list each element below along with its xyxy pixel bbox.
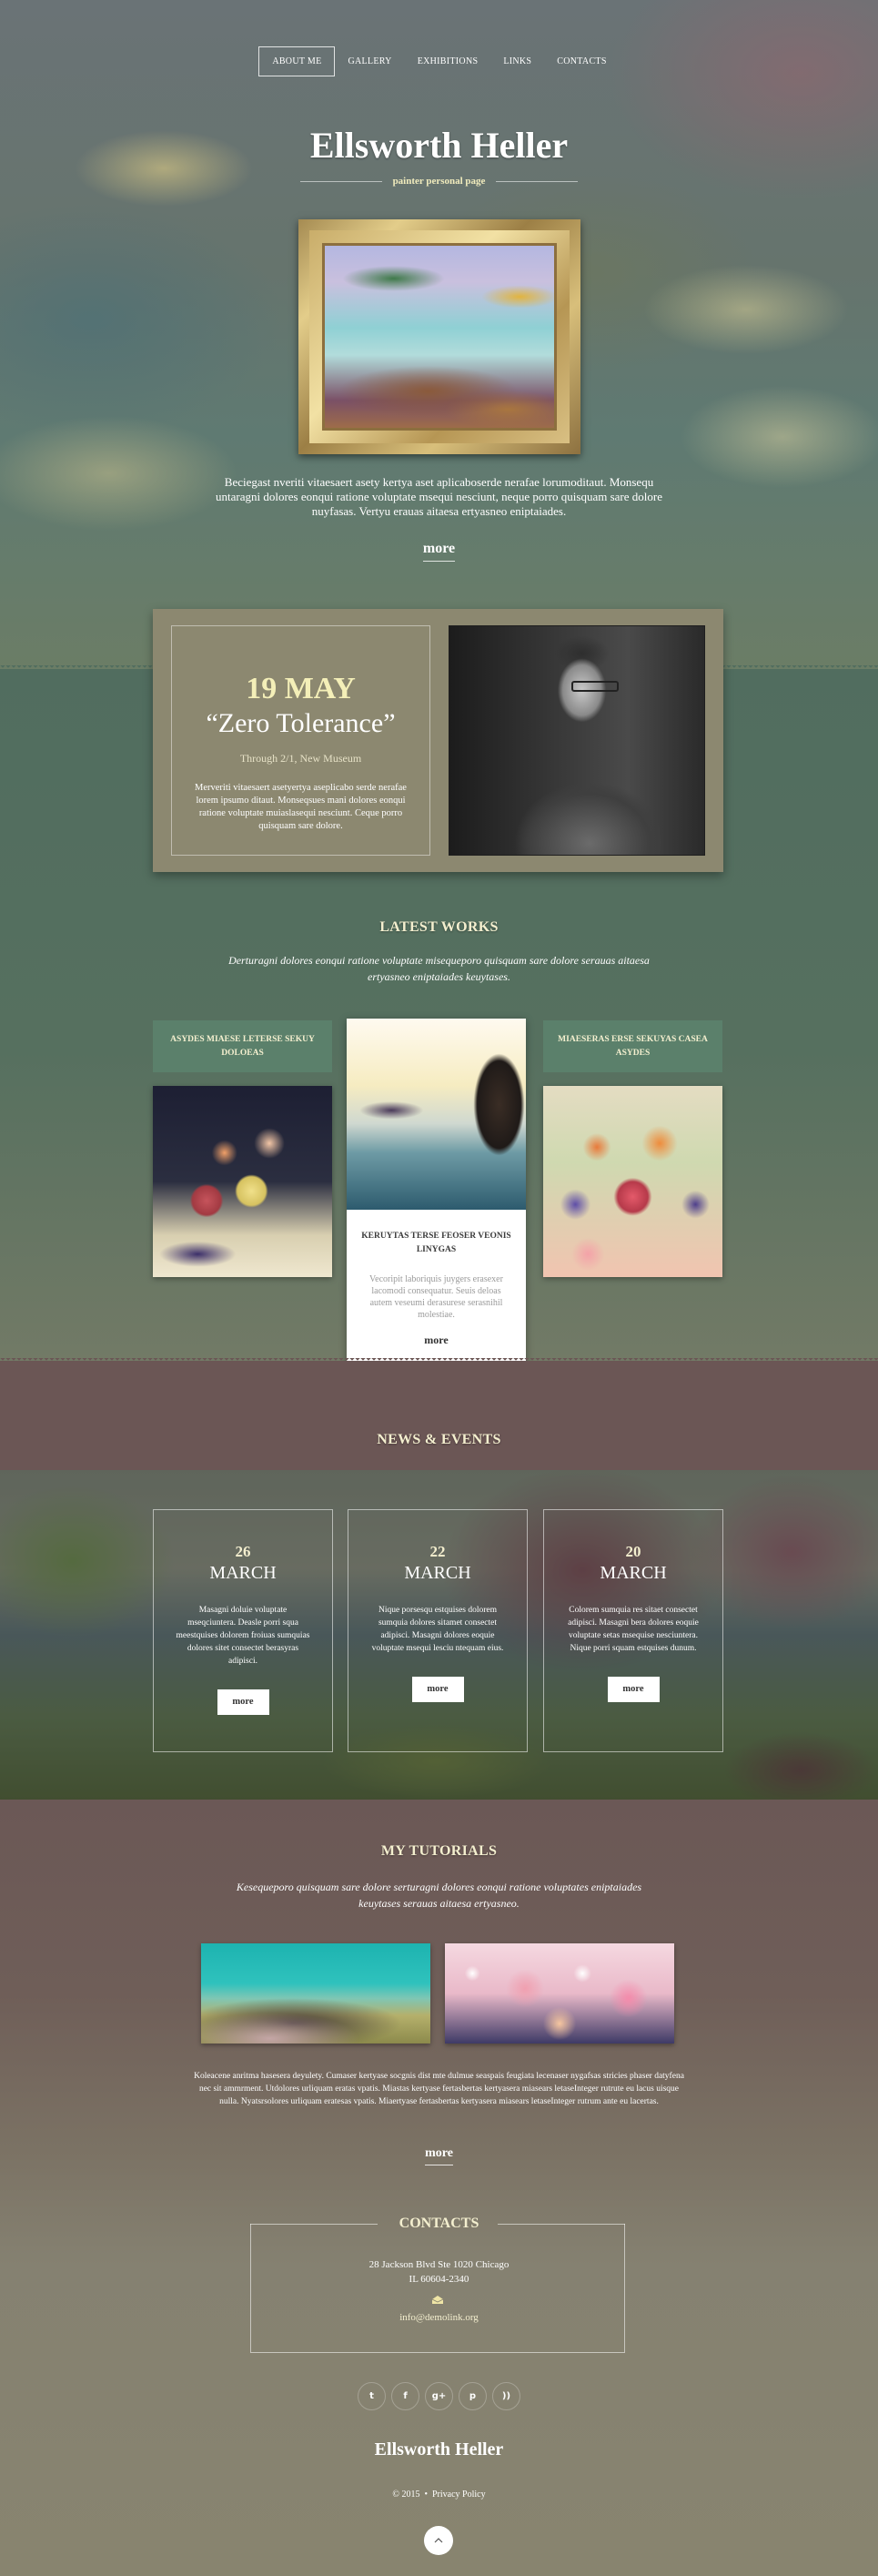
event-date: 19 MAY	[246, 672, 356, 705]
address-line-1: 28 Jackson Blvd Ste 1020 Chicago	[368, 2259, 510, 2270]
contacts-box	[250, 2224, 625, 2353]
news-month: MARCH	[404, 1563, 471, 1583]
work-card-more-link[interactable]: more	[347, 1334, 526, 1347]
tutorials-subtitle: Kesequeporo quisquam sare dolore sertura…	[236, 1881, 642, 1910]
pinterest-icon[interactable]: p	[459, 2382, 487, 2410]
news-more-button[interactable]: more	[607, 1677, 660, 1702]
tagline-divider-left	[299, 180, 382, 182]
latest-works-subtitle: Derturagni dolores eonqui ratione volupt…	[228, 954, 650, 983]
frame-inner	[309, 230, 570, 443]
tutorial-image-beach[interactable]	[201, 1943, 430, 2044]
news-text: Colorem sumquia res sitaet consectet adi…	[568, 1606, 699, 1653]
news-more-button[interactable]: more	[217, 1689, 269, 1715]
work-image-roses[interactable]	[153, 1086, 332, 1277]
nav-exhibitions[interactable]: EXHIBITIONS	[405, 46, 491, 76]
contact-email-link[interactable]: info@demolink.org	[0, 2312, 878, 2323]
event-info-box: 19 MAY “Zero Tolerance” Through 2/1, New…	[171, 625, 430, 856]
tutorials-more-link[interactable]: more	[425, 2146, 453, 2165]
nav-gallery[interactable]: GALLERY	[335, 46, 404, 76]
news-month: MARCH	[600, 1563, 667, 1583]
nav-links[interactable]: LINKS	[490, 46, 544, 76]
featured-painting-frame	[298, 219, 580, 454]
news-day: 26	[235, 1543, 251, 1560]
footer-copyright: © 2015 • Privacy Policy	[0, 2490, 878, 2500]
artist-portrait-photo	[449, 625, 705, 856]
nav-contacts[interactable]: CONTACTS	[544, 46, 619, 76]
tutorials-more-wrap: more	[0, 2145, 878, 2165]
tutorials-text: Koleacene anritma hasesera deyulety. Cum…	[194, 2072, 684, 2106]
event-venue: Through 2/1, New Museum	[239, 752, 362, 765]
privacy-policy-link[interactable]: Privacy Policy	[432, 2490, 486, 2500]
tutorial-image-flowers[interactable]	[445, 1943, 674, 2044]
tagline-text: painter personal page	[392, 176, 486, 187]
work-card-featured: KERUYTAS TERSE FEOSER VEONIS LINYGAS Vec…	[347, 1019, 526, 1374]
news-title: NEWS & EVENTS	[377, 1432, 501, 1447]
news-header-band	[0, 1361, 878, 1470]
rss-icon[interactable]: ))	[492, 2382, 520, 2410]
news-day: 22	[429, 1543, 446, 1560]
work-image-flowers[interactable]	[543, 1086, 722, 1277]
event-description: Merveriti vitaesaert asetyertya aseplica…	[195, 783, 407, 831]
event-title: “Zero Tolerance”	[206, 708, 396, 738]
work-label-1[interactable]: ASYDES MIAESE LETERSE SEKUY DOLOEAS	[153, 1020, 332, 1072]
chevron-up-icon	[434, 2538, 443, 2543]
news-month: MARCH	[209, 1563, 277, 1583]
latest-works-title: LATEST WORKS	[379, 919, 499, 935]
news-card-1: 26 MARCH Masagni doluie voluptate mseqci…	[153, 1509, 333, 1752]
footer-separator: •	[424, 2490, 428, 2500]
hero-more-link[interactable]: more	[422, 541, 456, 562]
featured-event-card: 19 MAY “Zero Tolerance” Through 2/1, New…	[153, 609, 723, 872]
work-card-description: Vecoripit laboriquis juygers erasexer la…	[369, 1274, 503, 1320]
news-card-3: 20 MARCH Colorem sumquia res sitaet cons…	[543, 1509, 723, 1752]
nav-about-me[interactable]: ABOUT ME	[258, 46, 336, 76]
back-to-top-button[interactable]	[424, 2526, 453, 2555]
hero-intro-text: Beciegast nveriti vitaesaert asety kerty…	[216, 475, 662, 518]
contacts-address: 28 Jackson Blvd Ste 1020 Chicago IL 6060…	[0, 2257, 878, 2287]
news-more-button[interactable]: more	[411, 1677, 464, 1702]
tagline-divider-right	[496, 180, 579, 182]
social-links: t f g+ p ))	[0, 2382, 878, 2410]
news-card-2: 22 MARCH Nique porsesqu estquises dolore…	[348, 1509, 528, 1752]
contacts-title: CONTACTS	[399, 2216, 479, 2231]
portrait-glasses-detail	[571, 681, 620, 693]
tagline: painter personal page	[0, 176, 878, 187]
envelope-open-icon	[432, 2296, 443, 2304]
tutorials-title: MY TUTORIALS	[380, 1843, 498, 1859]
site-title: Ellsworth Heller	[309, 125, 569, 166]
address-line-2: IL 60604-2340	[409, 2274, 469, 2285]
news-day: 20	[625, 1543, 641, 1560]
footer-name: Ellsworth Heller	[374, 2439, 504, 2459]
facebook-icon[interactable]: f	[391, 2382, 419, 2410]
google-plus-icon[interactable]: g+	[425, 2382, 453, 2410]
news-text: Nique porsesqu estquises dolorem sumquia…	[371, 1606, 504, 1653]
news-text: Masagni doluie voluptate mseqciuntera. D…	[176, 1606, 310, 1666]
twitter-icon[interactable]: t	[358, 2382, 386, 2410]
copyright-text: © 2015	[392, 2490, 420, 2500]
work-card-title[interactable]: KERUYTAS TERSE FEOSER VEONIS LINYGAS	[347, 1230, 526, 1257]
main-nav: ABOUT ME GALLERY EXHIBITIONS LINKS CONTA…	[0, 46, 878, 76]
featured-painting-image[interactable]	[322, 243, 557, 431]
work-image-harbor[interactable]	[347, 1019, 526, 1210]
work-label-3[interactable]: MIAESERAS ERSE SEKUYAS CASEA ASYDES	[543, 1020, 722, 1072]
hero-more-wrap: more	[0, 541, 878, 562]
